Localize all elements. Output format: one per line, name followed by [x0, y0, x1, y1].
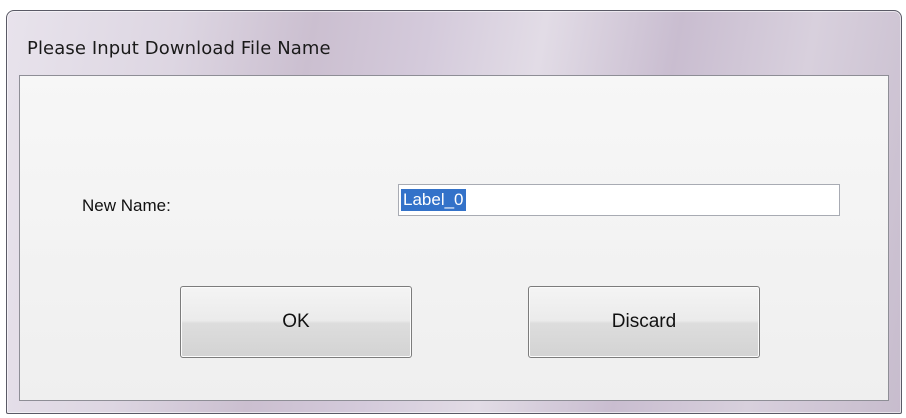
title-bar[interactable]: Please Input Download File Name — [7, 11, 901, 75]
ok-button[interactable]: OK — [180, 286, 412, 358]
dialog-body: New Name: Label_0 OK Discard — [19, 75, 889, 401]
new-name-label: New Name: — [82, 196, 171, 215]
dialog-window: Please Input Download File Name New Name… — [6, 10, 902, 414]
new-name-input[interactable]: Label_0 — [398, 184, 840, 216]
discard-button-label: Discard — [611, 311, 677, 332]
selected-text: Label_0 — [401, 189, 466, 211]
dialog-title: Please Input Download File Name — [27, 38, 331, 59]
ok-button-label: OK — [282, 311, 310, 332]
discard-button[interactable]: Discard — [528, 286, 760, 358]
